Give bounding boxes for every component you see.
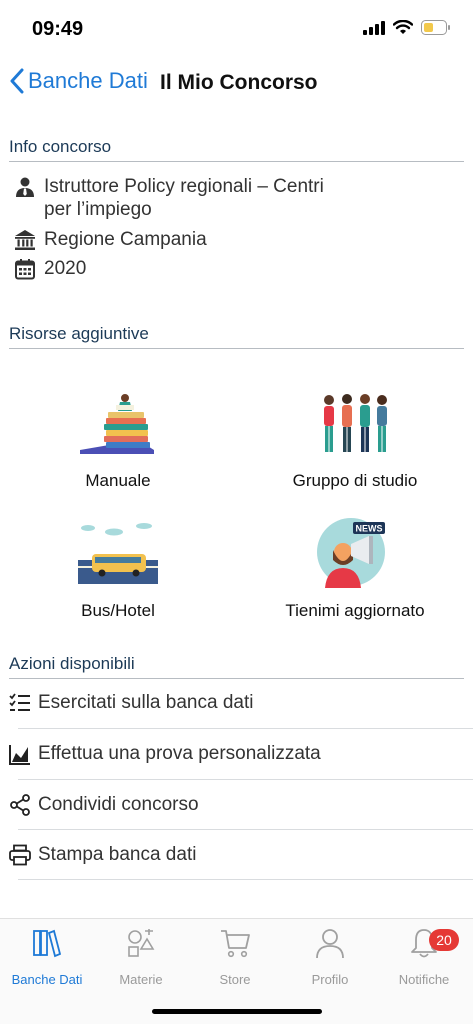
status-icons xyxy=(363,20,451,35)
resource-label: Manuale xyxy=(85,471,151,490)
tab-label: Banche Dati xyxy=(11,972,83,987)
action-label: Effettua una prova personalizzata xyxy=(38,743,321,764)
action-stampa[interactable]: Stampa banca dati xyxy=(9,830,464,880)
tab-bar: Banche Dati Materie Store Profilo Notifi… xyxy=(0,918,473,1024)
home-indicator xyxy=(152,1009,322,1014)
tab-label: Store xyxy=(219,972,251,987)
person-icon xyxy=(316,929,344,959)
back-label: Banche Dati xyxy=(28,68,148,93)
tab-label: Notifiche xyxy=(398,972,450,987)
info-section-header: Info concorso xyxy=(9,137,464,162)
books-icon xyxy=(33,929,62,958)
wifi-icon xyxy=(393,20,413,34)
resource-tienimi-aggiornato[interactable]: NEWS Tienimi aggiornato xyxy=(255,514,455,621)
books-reading-icon xyxy=(80,394,154,454)
actions-section-header: Azioni disponibili xyxy=(9,654,464,679)
info-entity-row: Regione Campania xyxy=(14,228,207,251)
tab-store[interactable]: Store xyxy=(188,927,282,987)
page-title: Il Mio Concorso xyxy=(160,71,318,94)
chevron-left-icon xyxy=(10,68,24,94)
action-esercitati[interactable]: Esercitati sulla banca dati xyxy=(9,678,464,728)
info-entity-text: Regione Campania xyxy=(44,229,207,250)
tab-notifiche[interactable]: Notifiche 20 xyxy=(377,927,471,987)
resource-label: Gruppo di studio xyxy=(292,471,418,490)
notification-badge: 20 xyxy=(429,929,459,951)
status-time: 09:49 xyxy=(32,18,84,40)
navigation-bar: Banche Dati Il Mio Concorso xyxy=(0,62,473,106)
tab-label: Profilo xyxy=(311,972,349,987)
info-role-text: Istruttore Policy regionali – Centri per… xyxy=(44,176,324,220)
person-tie-icon xyxy=(16,177,34,197)
share-icon xyxy=(10,794,30,816)
battery-icon xyxy=(421,20,450,35)
signal-icon xyxy=(363,20,385,35)
resource-gruppo-studio[interactable]: Gruppo di studio xyxy=(255,392,455,491)
resource-label: Tienimi aggiornato xyxy=(285,601,425,620)
tab-profilo[interactable]: Profilo xyxy=(283,927,377,987)
status-bar: 09:49 xyxy=(0,0,473,58)
calendar-icon xyxy=(15,259,35,280)
svg-text:NEWS: NEWS xyxy=(356,524,383,534)
info-year-row: 2020 xyxy=(14,257,86,280)
info-year-text: 2020 xyxy=(44,258,87,279)
action-prova-personalizzata[interactable]: Effettua una prova personalizzata xyxy=(9,729,464,779)
action-label: Stampa banca dati xyxy=(38,844,197,865)
tab-banche-dati[interactable]: Banche Dati xyxy=(0,927,94,987)
action-label: Esercitati sulla banca dati xyxy=(38,692,254,713)
study-group-icon xyxy=(324,394,387,452)
tab-materie[interactable]: Materie xyxy=(94,927,188,987)
divider xyxy=(18,879,473,880)
action-condividi[interactable]: Condividi concorso xyxy=(9,780,464,830)
info-role-row: Istruttore Policy regionali – Centri per… xyxy=(14,175,354,221)
cart-icon xyxy=(221,930,250,958)
bus-icon xyxy=(78,523,158,584)
subjects-icon xyxy=(128,929,155,957)
action-label: Condividi concorso xyxy=(38,794,199,815)
news-megaphone-icon: NEWS xyxy=(317,518,385,588)
resource-label: Bus/Hotel xyxy=(81,601,155,620)
building-icon xyxy=(15,230,35,250)
resource-manuale[interactable]: Manuale xyxy=(18,392,218,491)
chart-icon xyxy=(9,745,30,765)
back-button[interactable]: Banche Dati xyxy=(10,68,148,94)
print-icon xyxy=(9,844,31,866)
tab-label: Materie xyxy=(119,972,163,987)
resource-bus-hotel[interactable]: Bus/Hotel xyxy=(18,522,218,621)
resources-section-header: Risorse aggiuntive xyxy=(9,324,464,349)
checklist-icon xyxy=(9,693,30,711)
